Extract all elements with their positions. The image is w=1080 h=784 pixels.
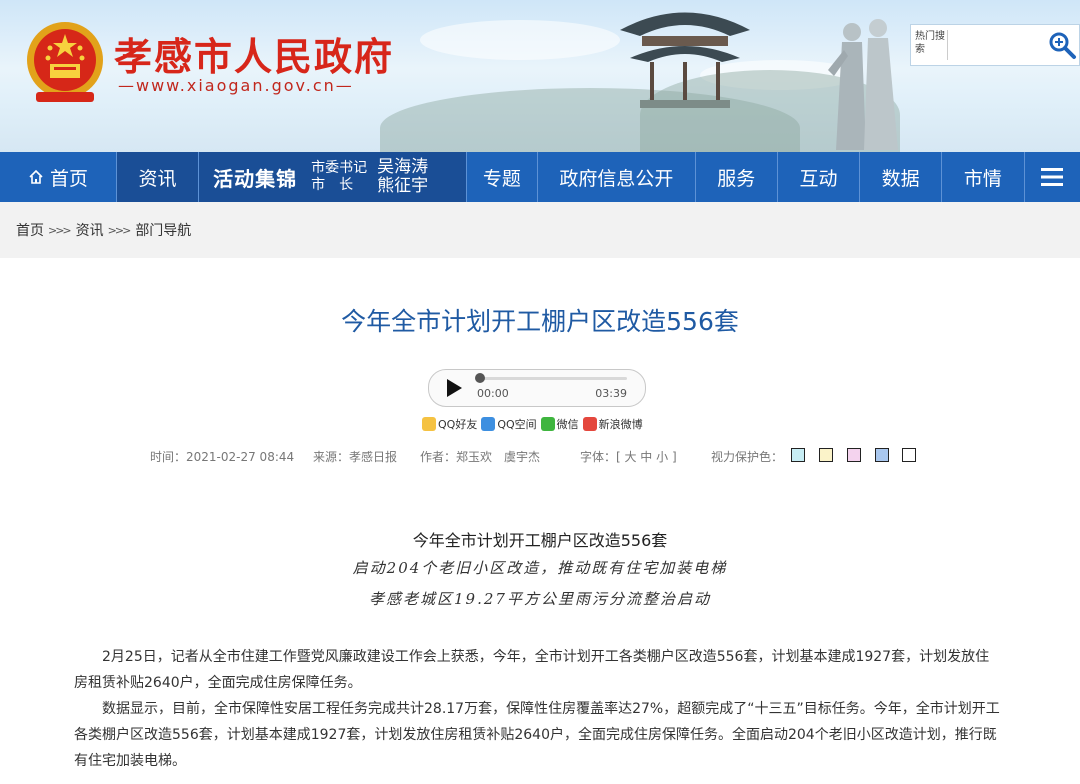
main-nav: 首页 资讯 活动集锦 市委书记 市 长 吴海涛 熊征宇 专题 政府信息公开 服务… <box>0 152 1080 202</box>
site-url: —www.xiaogan.gov.cn— <box>118 76 354 95</box>
article-subheading: 孝感老城区19.27平方公里雨污分流整治启动 <box>369 590 711 608</box>
nav-item-label: 专题 <box>482 167 521 190</box>
share-qq-friend[interactable]: QQ好友 <box>422 416 477 432</box>
nav-item-label: 政府信息公开 <box>559 167 674 190</box>
menu-button[interactable] <box>1025 152 1080 202</box>
nav-item-activity[interactable]: 活动集锦 市委书记 市 长 吴海涛 熊征宇 <box>199 152 467 202</box>
share-label: QQ空间 <box>497 418 537 431</box>
meta-vision-label: 视力保护色： <box>711 450 784 464</box>
article-subheading: 今年全市计划开工棚户区改造556套 <box>412 531 668 550</box>
search-input[interactable] <box>947 30 1042 60</box>
home-icon <box>29 169 43 184</box>
audio-progress-track[interactable] <box>477 377 627 380</box>
nav-item-label: 市情 <box>963 167 1002 190</box>
nav-item-city[interactable]: 市情 <box>942 152 1025 202</box>
activity-name: 熊征宇 <box>377 176 429 196</box>
share-qq-zone[interactable]: QQ空间 <box>481 416 537 432</box>
nav-item-news[interactable]: 资讯 <box>116 152 200 202</box>
vision-swatch-cyan[interactable] <box>791 448 805 462</box>
nav-item-data[interactable]: 数据 <box>860 152 943 202</box>
breadcrumb-item-home[interactable]: 首页 <box>16 220 44 240</box>
article-title: 今年全市计划开工棚户区改造556套 <box>341 307 739 336</box>
qq-zone-icon <box>481 417 496 431</box>
cloud-decoration <box>420 20 620 60</box>
audio-player: 00:00 03:39 <box>428 369 646 407</box>
vision-swatch-blue[interactable] <box>875 448 889 462</box>
hot-search-label: 热门搜索 <box>915 31 945 55</box>
meta-time: 时间：2021-02-27 08:44 <box>150 450 295 464</box>
activity-roles: 市委书记 市 长 <box>311 160 367 194</box>
article-meta: 时间：2021-02-27 08:44 来源：孝感日报 作者：郑玉欢 虞宇杰 字… <box>150 446 950 466</box>
share-bar: QQ好友 QQ空间 微信 新浪微博 <box>422 416 647 432</box>
nav-item-topics[interactable]: 专题 <box>467 152 539 202</box>
nav-item-label: 数据 <box>881 167 920 190</box>
share-label: 微信 <box>556 418 579 431</box>
meta-font-size[interactable]: 字体：[ 大 中 小 ] <box>580 448 677 465</box>
breadcrumb-separator: >>> <box>48 223 72 237</box>
search-icon[interactable] <box>1047 30 1077 60</box>
article-body: 2月25日，记者从全市住建工作暨党风廉政建设工作会上获悉，今年，全市计划开工各类… <box>74 644 1002 774</box>
statue-image <box>828 19 898 150</box>
vision-swatch-white[interactable] <box>902 448 916 462</box>
breadcrumb-item-dept-nav[interactable]: 部门导航 <box>135 220 191 240</box>
nav-item-label: 资讯 <box>138 167 177 190</box>
vision-swatch-yellow[interactable] <box>819 448 833 462</box>
share-weibo[interactable]: 新浪微博 <box>582 416 643 432</box>
article-paragraph: 2月25日，记者从全市住建工作暨党风廉政建设工作会上获悉，今年，全市计划开工各类… <box>74 649 990 691</box>
nav-item-home[interactable]: 首页 <box>0 152 117 202</box>
share-label: 新浪微博 <box>598 418 643 431</box>
meta-author: 作者：郑玉欢 虞宇杰 <box>420 450 541 464</box>
audio-total-time: 03:39 <box>595 387 627 400</box>
article-subheading: 启动204个老旧小区改造，推动既有住宅加装电梯 <box>352 559 728 577</box>
nav-item-label: 互动 <box>799 167 838 190</box>
weibo-icon <box>582 417 597 431</box>
vision-swatch-pink[interactable] <box>847 448 861 462</box>
activity-role: 市 长 <box>311 177 354 193</box>
nav-item-interaction[interactable]: 互动 <box>778 152 861 202</box>
meta-source: 来源：孝感日报 <box>313 450 398 464</box>
activity-names: 吴海涛 熊征宇 <box>377 158 428 196</box>
play-icon[interactable] <box>447 379 462 397</box>
breadcrumb-separator: >>> <box>107 223 132 237</box>
audio-progress-knob[interactable] <box>475 373 485 383</box>
qq-icon <box>422 417 436 431</box>
activity-role: 市委书记 <box>311 160 368 176</box>
nav-item-gov-info[interactable]: 政府信息公开 <box>538 152 696 202</box>
hamburger-menu-icon <box>1041 168 1064 186</box>
breadcrumb: 首页 >>> 资讯 >>> 部门导航 <box>0 202 1080 258</box>
nav-item-label: 服务 <box>717 167 756 190</box>
activity-title: 活动集锦 <box>213 166 298 191</box>
wechat-icon <box>540 417 555 431</box>
audio-current-time: 00:00 <box>477 387 509 400</box>
site-header: 孝感市人民政府 —www.xiaogan.gov.cn— 热门搜索 <box>0 0 1080 152</box>
breadcrumb-item-news[interactable]: 资讯 <box>76 220 104 240</box>
site-title: 孝感市人民政府 <box>114 34 395 79</box>
share-label: QQ好友 <box>438 418 478 431</box>
pavilion-image <box>620 12 750 108</box>
nav-item-label: 首页 <box>49 167 88 190</box>
article-paragraph: 数据显示，目前，全市保障性安居工程任务完成共计28.17万套，保障性住房覆盖率达… <box>74 701 1000 769</box>
share-wechat[interactable]: 微信 <box>540 416 579 432</box>
search-box: 热门搜索 <box>910 24 1080 66</box>
national-emblem-logo <box>27 22 103 102</box>
activity-name: 吴海涛 <box>377 157 429 177</box>
nav-item-services[interactable]: 服务 <box>696 152 778 202</box>
